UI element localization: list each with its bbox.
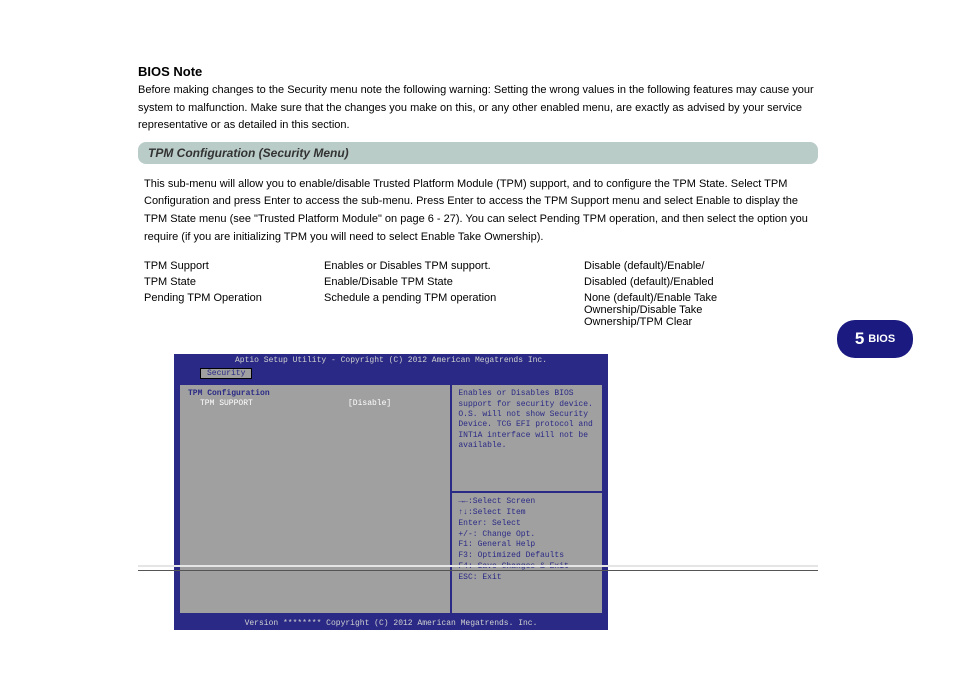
bios-note-body: Before making changes to the Security me… xyxy=(138,82,818,135)
field-row: Pending TPM Operation Schedule a pending… xyxy=(144,292,812,328)
field-name: Pending TPM Operation xyxy=(144,292,324,328)
bios-left-pane: TPM Configuration TPM SUPPORT [Disable] xyxy=(180,385,450,613)
field-row: TPM State Enable/Disable TPM State Disab… xyxy=(144,276,812,288)
bios-title-text: Aptio Setup Utility - Copyright (C) 2012… xyxy=(235,356,547,365)
field-desc: Schedule a pending TPM operation xyxy=(324,292,584,328)
bios-config-title: TPM Configuration xyxy=(188,389,442,398)
page-badge: 5 BIOS xyxy=(837,320,913,358)
bios-option-value: [Disable] xyxy=(348,399,391,408)
bios-help-text: Enables or Disables BIOS support for sec… xyxy=(452,385,602,493)
field-desc: Enable/Disable TPM State xyxy=(324,276,584,288)
bios-key-line: +/-: Change Opt. xyxy=(458,530,596,541)
field-desc: Enables or Disables TPM support. xyxy=(324,260,584,272)
field-name: TPM Support xyxy=(144,260,324,272)
section-body: This sub-menu will allow you to enable/d… xyxy=(138,176,818,246)
bios-footer: Version ******** Copyright (C) 2012 Amer… xyxy=(174,615,608,630)
field-opts: None (default)/Enable Take Ownership/Dis… xyxy=(584,292,784,328)
bios-keys-legend: →←:Select Screen ↑↓:Select Item Enter: S… xyxy=(452,493,602,587)
bios-key-line: ESC: Exit xyxy=(458,573,596,584)
bios-key-line: Enter: Select xyxy=(458,519,596,530)
bios-main-area: TPM Configuration TPM SUPPORT [Disable] … xyxy=(178,383,604,615)
section-title-bar: TPM Configuration (Security Menu) xyxy=(138,142,818,164)
bios-title: Aptio Setup Utility - Copyright (C) 2012… xyxy=(174,354,608,371)
page-content: BIOS Note Before making changes to the S… xyxy=(138,0,818,630)
bios-tab-security: Security xyxy=(200,368,252,379)
page-number: 5 xyxy=(855,329,864,349)
bios-key-line: F3: Optimized Defaults xyxy=(458,551,596,562)
field-row: TPM Support Enables or Disables TPM supp… xyxy=(144,260,812,272)
field-opts: Disabled (default)/Enabled xyxy=(584,276,784,288)
bios-key-line: F1: General Help xyxy=(458,540,596,551)
bios-option-row: TPM SUPPORT [Disable] xyxy=(188,399,442,408)
field-opts: Disable (default)/Enable/ xyxy=(584,260,784,272)
bios-note-header: BIOS Note xyxy=(138,64,818,79)
bios-key-line: →←:Select Screen xyxy=(458,497,596,508)
bios-screenshot: Aptio Setup Utility - Copyright (C) 2012… xyxy=(174,354,608,630)
bios-right-pane: Enables or Disables BIOS support for sec… xyxy=(450,385,602,613)
field-name: TPM State xyxy=(144,276,324,288)
fields-table: TPM Support Enables or Disables TPM supp… xyxy=(138,260,818,328)
bios-option-name: TPM SUPPORT xyxy=(188,399,348,408)
bios-key-line: ↑↓:Select Item xyxy=(458,508,596,519)
page-badge-label: BIOS xyxy=(868,333,895,345)
bottom-rule xyxy=(138,565,818,571)
